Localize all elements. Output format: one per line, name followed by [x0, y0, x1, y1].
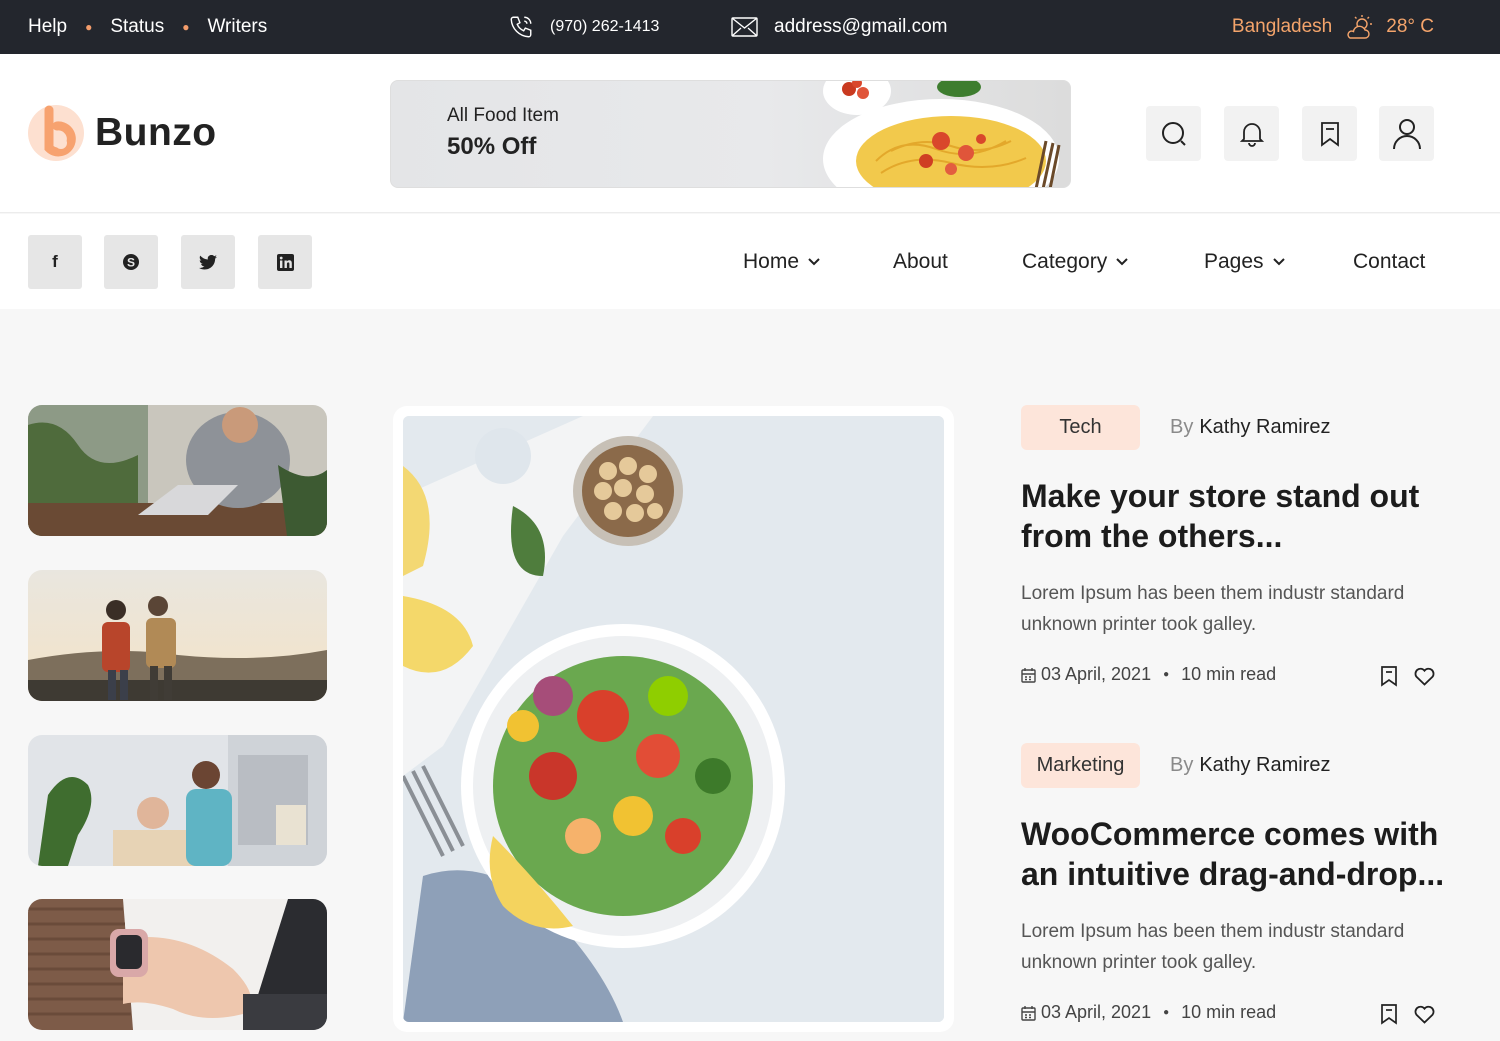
search-button[interactable]	[1146, 106, 1201, 161]
phone-contact[interactable]: (970) 262-1413	[508, 0, 659, 54]
separator-dot: ●	[85, 20, 93, 34]
thumbnail-smartwatch[interactable]	[28, 899, 327, 1030]
bookmark-icon	[1320, 121, 1339, 147]
navigation-bar: f S Home About Category Pages Contact	[0, 214, 1500, 309]
banner-line-1: All Food Item	[447, 105, 559, 126]
article-1-byline: By Kathy Ramirez	[1170, 416, 1331, 439]
by-label: By	[1170, 416, 1194, 438]
nav-contact[interactable]: Contact	[1353, 214, 1425, 309]
article-2-category-tag[interactable]: Marketing	[1021, 743, 1140, 788]
article-1-excerpt: Lorem Ipsum has been them industr standa…	[1021, 583, 1405, 635]
heart-icon	[1414, 1005, 1434, 1024]
article-2-title[interactable]: WooCommerce comes with an intuitive drag…	[1021, 814, 1461, 894]
twitter-icon	[199, 254, 217, 270]
article-2-like-button[interactable]	[1413, 1003, 1435, 1025]
partly-cloudy-icon	[1347, 15, 1373, 39]
account-button[interactable]	[1379, 106, 1434, 161]
promo-banner[interactable]: All Food Item 50% Off	[390, 80, 1071, 188]
separator-dot: ●	[182, 20, 190, 34]
chevron-down-icon	[808, 257, 820, 265]
thumbnail-laptop-man[interactable]	[28, 405, 327, 536]
article-1-read-time: 10 min read	[1181, 664, 1277, 684]
site-header: Bunzo All Food Item 50% Off	[0, 54, 1500, 213]
hikers-image	[28, 570, 327, 701]
article-1-meta: 03 April, 2021 ● 10 min read	[1021, 664, 1276, 685]
salad-bowl-image	[403, 416, 944, 1022]
notifications-button[interactable]	[1224, 106, 1279, 161]
by-label: By	[1170, 754, 1194, 776]
article-1-bookmark-button[interactable]	[1378, 665, 1400, 687]
article-1-date: 03 April, 2021	[1041, 664, 1152, 684]
article-2-date: 03 April, 2021	[1041, 1002, 1152, 1022]
phone-number: (970) 262-1413	[550, 18, 660, 35]
skype-button[interactable]: S	[104, 235, 158, 289]
chevron-down-icon	[1272, 257, 1285, 265]
top-links: Help ● Status ● Writers	[28, 0, 267, 54]
separator-dot: ●	[1163, 669, 1170, 680]
bell-icon	[1239, 122, 1264, 147]
bookmark-icon	[1381, 1004, 1397, 1025]
chevron-down-icon	[1116, 257, 1128, 265]
weather-widget: Bangladesh 28° C	[1232, 0, 1434, 54]
thumbnail-hikers[interactable]	[28, 570, 327, 701]
email-contact[interactable]: address@gmail.com	[731, 0, 947, 54]
thumbnail-nurse[interactable]	[28, 735, 327, 866]
article-1-author[interactable]: Kathy Ramirez	[1199, 416, 1330, 438]
bookmark-icon	[1381, 666, 1397, 687]
facebook-icon: f	[52, 252, 58, 271]
calendar-icon	[1021, 667, 1036, 683]
nav-home[interactable]: Home	[743, 214, 820, 309]
article-2-excerpt: Lorem Ipsum has been them industr standa…	[1021, 921, 1405, 973]
article-1-like-button[interactable]	[1413, 665, 1435, 687]
article-1-title[interactable]: Make your store stand out from the other…	[1021, 476, 1461, 556]
temperature-text: 28° C	[1386, 16, 1434, 37]
article-2-byline: By Kathy Ramirez	[1170, 754, 1331, 777]
bookmarks-button[interactable]	[1302, 106, 1357, 161]
skype-icon: S	[123, 254, 139, 270]
article-2-read-time: 10 min read	[1181, 1002, 1277, 1022]
writers-link[interactable]: Writers	[207, 16, 267, 38]
calendar-icon	[1021, 1005, 1036, 1021]
nurse-patient-image	[28, 735, 327, 866]
article-2-bookmark-button[interactable]	[1378, 1003, 1400, 1025]
smartwatch-image	[28, 899, 327, 1030]
featured-image-card[interactable]	[393, 406, 954, 1032]
site-logo[interactable]: Bunzo	[27, 104, 217, 162]
nav-pages-label: Pages	[1204, 249, 1264, 273]
nav-contact-label: Contact	[1353, 249, 1426, 273]
search-icon	[1161, 121, 1186, 146]
nav-about-label: About	[893, 249, 948, 273]
linkedin-icon	[276, 253, 294, 271]
status-link[interactable]: Status	[110, 16, 164, 38]
user-icon	[1392, 118, 1421, 149]
article-2-author[interactable]: Kathy Ramirez	[1199, 754, 1330, 776]
twitter-button[interactable]	[181, 235, 235, 289]
laptop-man-image	[28, 405, 327, 536]
facebook-button[interactable]: f	[28, 235, 82, 289]
nav-pages[interactable]: Pages	[1204, 214, 1285, 309]
separator-dot: ●	[1163, 1007, 1170, 1018]
pasta-dish-image	[823, 81, 1061, 187]
nav-category[interactable]: Category	[1022, 214, 1128, 309]
mail-icon	[731, 17, 758, 37]
banner-line-2: 50% Off	[447, 133, 537, 160]
email-address: address@gmail.com	[774, 16, 948, 37]
help-link[interactable]: Help	[28, 16, 67, 38]
top-bar: Help ● Status ● Writers (970) 262-1413 a…	[0, 0, 1500, 54]
nav-about[interactable]: About	[893, 214, 948, 309]
heart-icon	[1414, 667, 1434, 686]
article-1-category-tag[interactable]: Tech	[1021, 405, 1140, 450]
nav-home-label: Home	[743, 249, 800, 273]
logo-icon	[28, 105, 84, 161]
logo-text: Bunzo	[95, 111, 217, 154]
phone-icon	[510, 16, 532, 38]
svg-text:S: S	[127, 256, 135, 270]
nav-category-label: Category	[1022, 249, 1108, 273]
location-text: Bangladesh	[1231, 16, 1333, 37]
linkedin-button[interactable]	[258, 235, 312, 289]
article-2-meta: 03 April, 2021 ● 10 min read	[1021, 1002, 1276, 1023]
